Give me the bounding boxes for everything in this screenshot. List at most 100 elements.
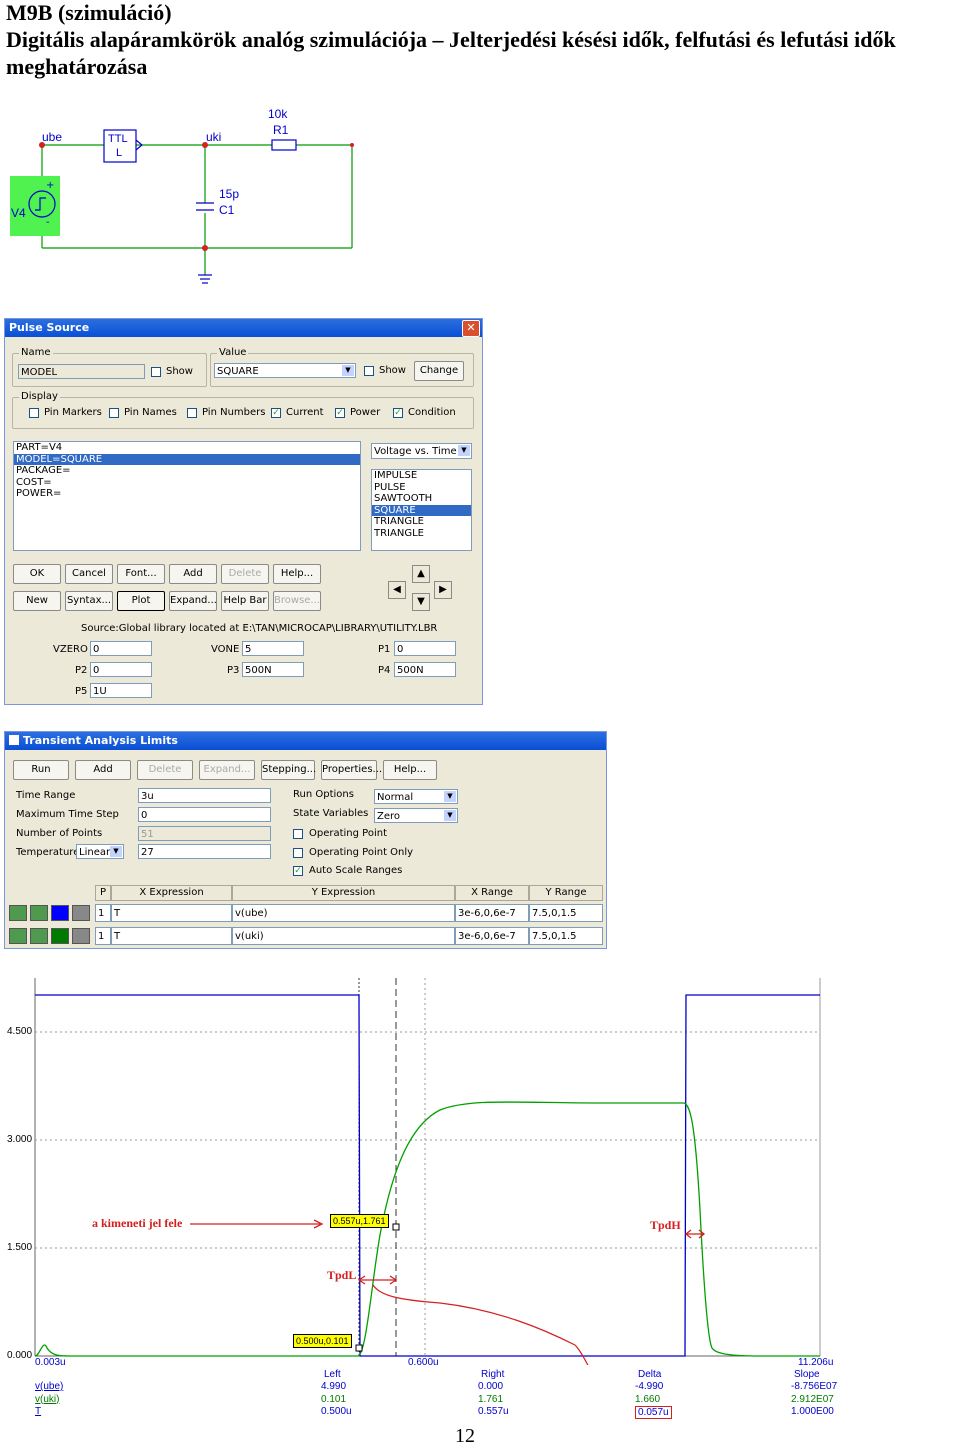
chevron-down-icon[interactable]: ▼ (110, 846, 122, 857)
p1-field[interactable]: 0 (394, 641, 456, 656)
attribute-list[interactable]: PART=V4 MODEL=SQUARE PACKAGE= COST= POWER= (13, 441, 361, 551)
display-checkbox[interactable]: ✓ (393, 408, 403, 418)
row-p[interactable]: 1 (95, 927, 111, 945)
series-color-swatch[interactable] (51, 905, 69, 921)
name-show-label: Show (166, 366, 193, 377)
chevron-down-icon[interactable]: ▼ (458, 445, 470, 456)
transient-button[interactable]: Stepping... (261, 760, 316, 780)
points-field[interactable]: 51 (138, 826, 271, 841)
plot-style-icon[interactable] (30, 928, 48, 944)
dialog-button[interactable]: New (13, 591, 61, 611)
list-item[interactable]: PULSE (372, 482, 471, 494)
vzero-field[interactable]: 0 (90, 641, 152, 656)
grid-icon[interactable] (72, 905, 90, 921)
dialog-button[interactable]: Add (169, 564, 217, 584)
list-item[interactable]: SAWTOOTH (372, 493, 471, 505)
measure-value: -4.990 (635, 1381, 664, 1392)
row-y-expression[interactable]: v(ube) (232, 904, 455, 922)
name-show-checkbox[interactable] (151, 367, 161, 377)
dialog-button[interactable]: OK (13, 564, 61, 584)
row-x-range[interactable]: 3e-6,0,6e-7 (455, 904, 529, 922)
transient-button[interactable]: Run (13, 760, 69, 780)
close-icon[interactable]: ✕ (462, 320, 480, 337)
temperature-field[interactable]: 27 (138, 844, 271, 859)
temperature-mode-select[interactable]: Linear ▼ (76, 844, 124, 859)
series-color-swatch[interactable] (51, 928, 69, 944)
display-checkbox[interactable] (187, 408, 197, 418)
x-mid-label: 0.600u (408, 1357, 439, 1368)
max-step-field[interactable]: 0 (138, 807, 271, 822)
p1-label: P1 (378, 644, 391, 655)
change-button[interactable]: Change (414, 361, 464, 381)
chevron-down-icon[interactable]: ▼ (444, 810, 456, 821)
auto-scale-checkbox[interactable]: ✓ (293, 866, 303, 876)
measure-column-header: Delta (638, 1369, 662, 1380)
annotation-tpdh: TpdH (650, 1218, 681, 1232)
transient-button[interactable]: Properties... (321, 760, 382, 780)
arrow-up-icon[interactable]: ▲ (412, 565, 430, 583)
run-options-select[interactable]: Normal ▼ (374, 789, 458, 804)
transient-button[interactable]: Add (75, 760, 131, 780)
arrow-left-icon[interactable]: ◀ (388, 581, 406, 599)
row-x-expression[interactable]: T (111, 904, 232, 922)
p2-field[interactable]: 0 (90, 662, 152, 677)
list-item[interactable]: IMPULSE (372, 470, 471, 482)
chevron-down-icon[interactable]: ▼ (444, 791, 456, 802)
dialog-button[interactable]: Delete (221, 564, 269, 584)
state-vars-select[interactable]: Zero ▼ (374, 808, 458, 823)
dialog-button[interactable]: Syntax... (65, 591, 113, 611)
display-checkbox[interactable] (109, 408, 119, 418)
plot-color-icon[interactable] (9, 928, 27, 944)
transient-button[interactable]: Delete (137, 760, 193, 780)
list-item[interactable]: COST= (14, 477, 360, 489)
name-field[interactable]: MODEL (18, 364, 145, 379)
value-select[interactable]: SQUARE ▼ (214, 363, 356, 378)
row-y-range[interactable]: 7.5,0,1.5 (529, 927, 603, 945)
gate-label-l: L (116, 147, 123, 159)
time-range-field[interactable]: 3u (138, 788, 271, 803)
list-item[interactable]: SQUARE (372, 504, 471, 516)
list-item[interactable]: POWER= (14, 488, 360, 500)
plot-color-icon[interactable] (9, 905, 27, 921)
measure-value: 0.000 (478, 1381, 504, 1392)
display-checkbox[interactable]: ✓ (271, 408, 281, 418)
display-checkbox[interactable] (29, 408, 39, 418)
list-item[interactable]: TRIANGLE (372, 516, 471, 528)
dialog-button[interactable]: Font... (117, 564, 165, 584)
list-item[interactable]: MODEL=SQUARE (14, 453, 360, 465)
chevron-down-icon[interactable]: ▼ (342, 365, 354, 376)
op-point-checkbox[interactable] (293, 829, 303, 839)
dialog-button[interactable]: Cancel (65, 564, 113, 584)
transient-button[interactable]: Help... (383, 760, 437, 780)
dialog-button[interactable]: Help Bar (221, 591, 269, 611)
vone-field[interactable]: 5 (242, 641, 304, 656)
dialog-button[interactable]: Expand... (169, 591, 217, 611)
transient-button[interactable]: Expand... (199, 760, 255, 780)
op-point-only-checkbox[interactable] (293, 848, 303, 858)
list-item[interactable]: PART=V4 (14, 442, 360, 454)
arrow-right-icon[interactable]: ▶ (434, 581, 452, 599)
model-list[interactable]: IMPULSE PULSE SAWTOOTH SQUARE TRIANGLE TRIANG… (371, 469, 472, 551)
dialog-button[interactable]: Plot (117, 591, 165, 611)
display-checkbox[interactable]: ✓ (335, 408, 345, 418)
row-x-range[interactable]: 3e-6,0,6e-7 (455, 927, 529, 945)
p5-label: P5 (75, 686, 88, 697)
p4-field[interactable]: 500N (394, 662, 456, 677)
measure-row-name: v(uki) (35, 1393, 60, 1405)
dialog-button[interactable]: Browse... (273, 591, 321, 611)
row-p[interactable]: 1 (95, 904, 111, 922)
dialog-button[interactable]: Help... (273, 564, 321, 584)
list-item[interactable]: TRIANGLE (372, 528, 471, 540)
value-show-checkbox[interactable] (364, 366, 374, 376)
value-group-label: Value (217, 347, 249, 358)
list-item[interactable]: PACKAGE= (14, 465, 360, 477)
arrow-down-icon[interactable]: ▼ (412, 593, 430, 611)
row-y-expression[interactable]: v(uki) (232, 927, 455, 945)
p3-field[interactable]: 500N (242, 662, 304, 677)
plot-type-select[interactable]: Voltage vs. Time ▼ (371, 443, 472, 459)
plot-style-icon[interactable] (30, 905, 48, 921)
row-y-range[interactable]: 7.5,0,1.5 (529, 904, 603, 922)
grid-icon[interactable] (72, 928, 90, 944)
row-x-expression[interactable]: T (111, 927, 232, 945)
p5-field[interactable]: 1U (90, 683, 152, 698)
